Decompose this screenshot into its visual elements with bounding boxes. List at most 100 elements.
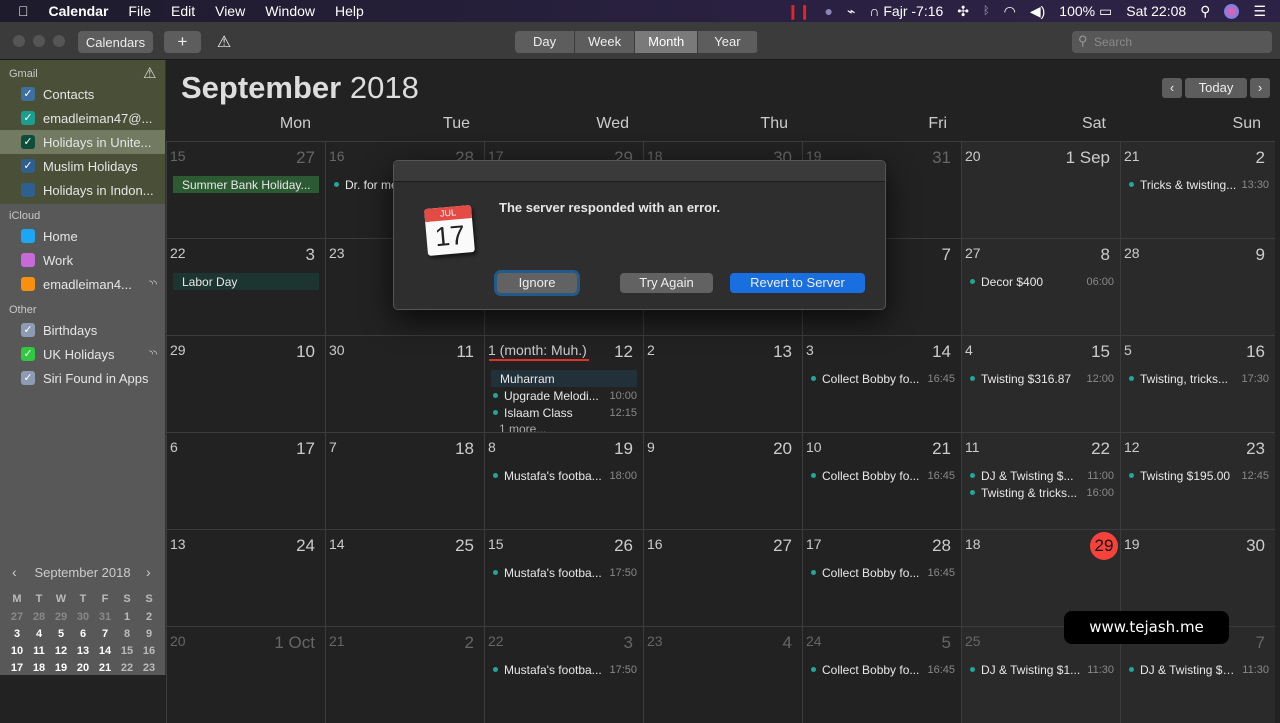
- calendar-event[interactable]: Twisting, tricks... 17:30: [1127, 370, 1269, 387]
- day-cell[interactable]: 10 21 Collect Bobby fo... 16:45: [802, 432, 961, 529]
- mini-day[interactable]: 21: [94, 662, 116, 674]
- ignore-button[interactable]: Ignore: [497, 273, 577, 293]
- mini-day[interactable]: 4: [28, 628, 50, 640]
- menu-window[interactable]: Window: [255, 3, 325, 19]
- sidebar-calendar-item[interactable]: ✓ Birthdays: [0, 318, 165, 342]
- calendar-event[interactable]: Mustafa's footba... 17:50: [491, 564, 637, 581]
- calendar-checkbox[interactable]: ✓: [21, 371, 35, 385]
- mini-day[interactable]: 22: [116, 662, 138, 674]
- day-cell[interactable]: 8 19 Mustafa's footba... 18:00: [484, 432, 643, 529]
- mini-day[interactable]: 23: [138, 662, 160, 674]
- satellite-icon[interactable]: ⌁: [847, 3, 855, 20]
- pause-icon[interactable]: ❙❙: [787, 3, 810, 20]
- mini-day[interactable]: 2: [138, 611, 160, 623]
- mini-day[interactable]: 5: [50, 628, 72, 640]
- more-events-link[interactable]: 1 more...: [499, 422, 546, 432]
- mini-day[interactable]: 11: [28, 645, 50, 657]
- calendar-event[interactable]: Twisting & tricks... 16:00: [968, 484, 1114, 501]
- notification-center-icon[interactable]: ☰: [1253, 3, 1266, 20]
- calendar-event[interactable]: Islaam Class 12:15: [491, 404, 637, 421]
- mini-day[interactable]: 27: [6, 611, 28, 623]
- mini-day[interactable]: 17: [6, 662, 28, 674]
- calendar-checkbox[interactable]: ✓: [21, 323, 35, 337]
- calendar-checkbox[interactable]: [21, 277, 35, 291]
- day-cell[interactable]: 3 14 Collect Bobby fo... 16:45: [802, 335, 961, 432]
- battery-status[interactable]: 100% ▭: [1059, 3, 1112, 20]
- spotlight-search-icon[interactable]: ⚲: [1200, 3, 1210, 20]
- calendar-event[interactable]: Upgrade Melodi... 10:00: [491, 387, 637, 404]
- calendar-event[interactable]: Tricks & twisting... 13:30: [1127, 176, 1269, 193]
- clock[interactable]: Sat 22:08: [1126, 3, 1186, 19]
- menu-help[interactable]: Help: [325, 3, 374, 19]
- mini-day[interactable]: 29: [50, 611, 72, 623]
- day-cell[interactable]: 11 22 DJ & Twisting $... 11:00 Twisting & tr…: [961, 432, 1120, 529]
- app-status-icon[interactable]: ✣: [957, 3, 969, 20]
- tab-year[interactable]: Year: [698, 31, 758, 53]
- day-cell[interactable]: 14 25: [325, 529, 484, 626]
- calendar-event[interactable]: Summer Bank Holiday...: [173, 176, 319, 193]
- sidebar-calendar-item[interactable]: ✓ UK Holidays ◝◝: [0, 342, 165, 366]
- revert-to-server-button[interactable]: Revert to Server: [730, 273, 865, 293]
- mini-day[interactable]: 8: [116, 628, 138, 640]
- calendar-checkbox[interactable]: [21, 253, 35, 267]
- search-input[interactable]: [1072, 31, 1272, 53]
- sidebar-calendar-item[interactable]: ✓ emadleiman47@...: [0, 106, 165, 130]
- bluetooth-icon[interactable]: ᛒ: [983, 5, 990, 17]
- menu-file[interactable]: File: [118, 3, 161, 19]
- tab-day[interactable]: Day: [515, 31, 576, 53]
- day-cell[interactable]: 4 15 Twisting $316.87 12:00: [961, 335, 1120, 432]
- mini-day[interactable]: 19: [50, 662, 72, 674]
- day-cell[interactable]: 30 11: [325, 335, 484, 432]
- calendar-event[interactable]: Labor Day: [173, 273, 319, 290]
- day-cell[interactable]: 12 23 Twisting $195.00 12:45: [1120, 432, 1275, 529]
- sidebar-calendar-item[interactable]: ✓ Siri Found in Apps: [0, 366, 165, 390]
- day-cell[interactable]: 7 18: [325, 432, 484, 529]
- prayer-times-status[interactable]: ∩ Fajr -7:16: [869, 3, 943, 19]
- calendar-event[interactable]: DJ & Twisting $1... 11:30: [968, 661, 1114, 678]
- day-cell[interactable]: 15 27 Summer Bank Holiday...: [166, 141, 325, 238]
- mini-day[interactable]: 7: [94, 628, 116, 640]
- sidebar-calendar-item[interactable]: emadleiman4... ◝◝: [0, 272, 165, 296]
- mini-day[interactable]: 14: [94, 645, 116, 657]
- calendar-event[interactable]: DJ & Twisting $1... 11:30: [1127, 661, 1269, 678]
- calendars-button[interactable]: Calendars: [78, 31, 153, 53]
- calendar-checkbox[interactable]: [21, 229, 35, 243]
- wifi-icon[interactable]: ◠: [1004, 3, 1016, 20]
- mini-day[interactable]: 28: [28, 611, 50, 623]
- day-cell[interactable]: 16 27: [643, 529, 802, 626]
- volume-icon[interactable]: ◀): [1030, 3, 1045, 20]
- calendar-checkbox[interactable]: ✓: [21, 159, 35, 173]
- calendar-event[interactable]: Decor $400 06:00: [968, 273, 1114, 290]
- mini-day[interactable]: 16: [138, 645, 160, 657]
- calendar-checkbox[interactable]: ✓: [21, 87, 35, 101]
- robot-icon[interactable]: ●: [825, 3, 833, 19]
- mini-day[interactable]: 20: [72, 662, 94, 674]
- day-cell[interactable]: 17 28 Collect Bobby fo... 16:45: [802, 529, 961, 626]
- next-month-button[interactable]: ›: [1250, 78, 1270, 98]
- day-cell[interactable]: 22 3 Labor Day: [166, 238, 325, 335]
- calendar-checkbox[interactable]: ✓: [21, 111, 35, 125]
- prev-month-button[interactable]: ‹: [1162, 78, 1182, 98]
- day-cell[interactable]: 28 9: [1120, 238, 1275, 335]
- calendar-event[interactable]: Mustafa's footba... 18:00: [491, 467, 637, 484]
- sidebar-calendar-item[interactable]: Holidays in Indon...: [0, 178, 165, 202]
- mini-day[interactable]: 3: [6, 628, 28, 640]
- close-window-button[interactable]: [13, 35, 25, 47]
- calendar-event[interactable]: Collect Bobby fo... 16:45: [809, 661, 955, 678]
- calendar-checkbox[interactable]: ✓: [21, 347, 35, 361]
- day-cell[interactable]: 29 10: [166, 335, 325, 432]
- menu-edit[interactable]: Edit: [161, 3, 205, 19]
- calendar-event[interactable]: Twisting $195.00 12:45: [1127, 467, 1269, 484]
- calendar-event[interactable]: Collect Bobby fo... 16:45: [809, 564, 955, 581]
- zoom-window-button[interactable]: [53, 35, 65, 47]
- tab-week[interactable]: Week: [575, 31, 636, 53]
- calendar-event[interactable]: Muharram: [491, 370, 637, 387]
- mini-day[interactable]: 18: [28, 662, 50, 674]
- day-cell[interactable]: 2 13: [643, 335, 802, 432]
- day-cell[interactable]: 21 2 Tricks & twisting... 13:30: [1120, 141, 1275, 238]
- siri-icon[interactable]: [1224, 3, 1240, 19]
- day-cell[interactable]: 6 17: [166, 432, 325, 529]
- minimize-window-button[interactable]: [33, 35, 45, 47]
- sidebar-calendar-item[interactable]: ✓ Muslim Holidays: [0, 154, 165, 178]
- day-cell[interactable]: 9 20: [643, 432, 802, 529]
